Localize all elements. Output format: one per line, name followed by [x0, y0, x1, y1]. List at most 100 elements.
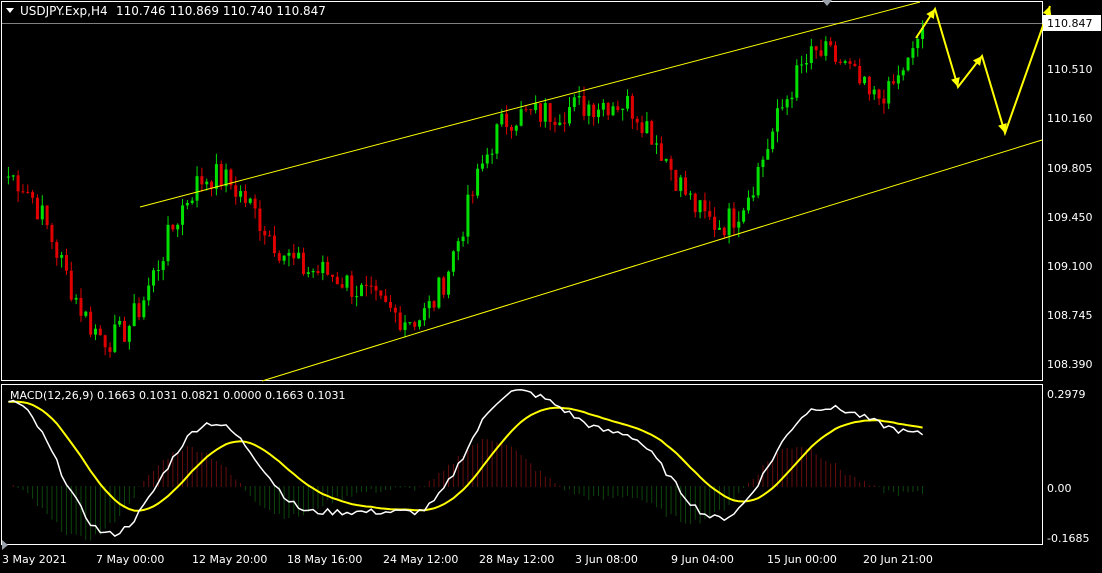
- candle-body: [804, 63, 808, 65]
- candle-body: [669, 158, 673, 170]
- candle-body: [640, 122, 644, 134]
- candle-body: [737, 221, 741, 228]
- candle-body: [253, 198, 257, 209]
- candle-body: [746, 197, 750, 211]
- candle-body: [355, 296, 359, 298]
- time-label: 20 Jun 21:00: [863, 553, 933, 566]
- candle-body: [567, 107, 571, 124]
- candle-body: [509, 126, 513, 131]
- candle-body: [316, 271, 320, 273]
- trading-chart[interactable]: USDJPY.Exp,H4 110.746 110.869 110.740 11…: [0, 0, 1102, 569]
- candle-body: [476, 168, 480, 196]
- candle-body: [519, 109, 523, 126]
- candle-body: [572, 97, 576, 108]
- candle-body: [369, 285, 373, 287]
- candle-body: [156, 269, 160, 271]
- candle-body: [403, 322, 407, 331]
- candle-body: [374, 285, 378, 291]
- candle-body: [553, 121, 557, 125]
- candle-body: [364, 284, 368, 286]
- candle-body: [471, 194, 475, 196]
- candle-body: [287, 252, 291, 256]
- candle-body: [713, 216, 717, 230]
- candle-body: [490, 153, 494, 155]
- candle-body: [480, 163, 484, 169]
- candle-body: [432, 301, 436, 308]
- candle-body: [732, 208, 736, 228]
- candle-body: [717, 227, 721, 230]
- candle-body: [829, 41, 833, 46]
- candle-body: [630, 95, 634, 119]
- candle-body: [814, 46, 818, 51]
- candle-body: [277, 253, 281, 261]
- candle-body: [587, 104, 591, 116]
- candle-body: [142, 300, 146, 318]
- candle-body: [50, 225, 54, 242]
- candle-body: [727, 208, 731, 236]
- candle-body: [916, 38, 920, 49]
- candle-body: [843, 61, 847, 63]
- candle-body: [185, 202, 189, 206]
- candle-body: [214, 164, 218, 189]
- candle-body: [350, 275, 354, 297]
- candle-body: [616, 106, 620, 110]
- candle-body: [171, 224, 175, 230]
- candle-body: [243, 191, 247, 203]
- price-tick: 108.745: [1047, 309, 1093, 322]
- candle-body: [205, 181, 209, 185]
- candle-body: [688, 193, 692, 195]
- price-tick: 109.100: [1047, 260, 1093, 273]
- candle-body: [152, 270, 156, 286]
- time-label: 7 May 00:00: [96, 553, 164, 566]
- candle-body: [6, 176, 10, 178]
- candle-body: [543, 103, 547, 122]
- price-tick: 110.510: [1047, 63, 1093, 76]
- candle-body: [858, 65, 862, 84]
- candle-body: [887, 81, 891, 104]
- candle-body: [896, 75, 900, 84]
- macd-tick: 0.2979: [1047, 388, 1086, 401]
- candle-body: [761, 159, 765, 167]
- candle-body: [834, 45, 838, 62]
- candle-body: [601, 102, 605, 110]
- candle-body: [795, 65, 799, 98]
- time-label: 18 May 16:00: [287, 553, 362, 566]
- candle-body: [558, 122, 562, 125]
- candle-body: [326, 261, 330, 275]
- candle-body: [606, 102, 610, 116]
- candle-body: [577, 96, 581, 98]
- candle-body: [413, 322, 417, 327]
- candle-body: [93, 328, 97, 335]
- candle-body: [123, 320, 127, 342]
- candle-body: [21, 191, 25, 193]
- candle-body: [500, 113, 504, 125]
- candle-body: [466, 194, 470, 237]
- candle-body: [195, 176, 199, 201]
- candle-body: [384, 295, 388, 302]
- candle-body: [190, 200, 194, 203]
- candle-body: [800, 64, 804, 66]
- candle-body: [422, 308, 426, 321]
- ohlc-label: 110.746 110.869 110.740 110.847: [116, 4, 326, 18]
- candle-body: [98, 328, 102, 336]
- candle-body: [137, 303, 141, 318]
- candle-body: [872, 89, 876, 95]
- candle-body: [74, 297, 78, 300]
- candle-body: [55, 241, 59, 258]
- candle-body: [742, 210, 746, 222]
- candle-body: [393, 307, 397, 313]
- candle-body: [621, 108, 625, 110]
- chart-root: USDJPY.Exp,H4 110.746 110.869 110.740 11…: [0, 0, 1102, 569]
- candle-body: [809, 46, 813, 64]
- candle-body: [674, 169, 678, 191]
- candle-body: [306, 272, 310, 275]
- candle-body: [592, 104, 596, 118]
- candle-body: [282, 255, 286, 261]
- candle-body: [45, 205, 49, 226]
- time-label: 15 Jun 00:00: [767, 553, 837, 566]
- candle-body: [379, 290, 383, 296]
- candle-body: [611, 106, 615, 116]
- candle-body: [11, 175, 15, 177]
- candle-body: [161, 261, 165, 270]
- candle-body: [297, 252, 301, 259]
